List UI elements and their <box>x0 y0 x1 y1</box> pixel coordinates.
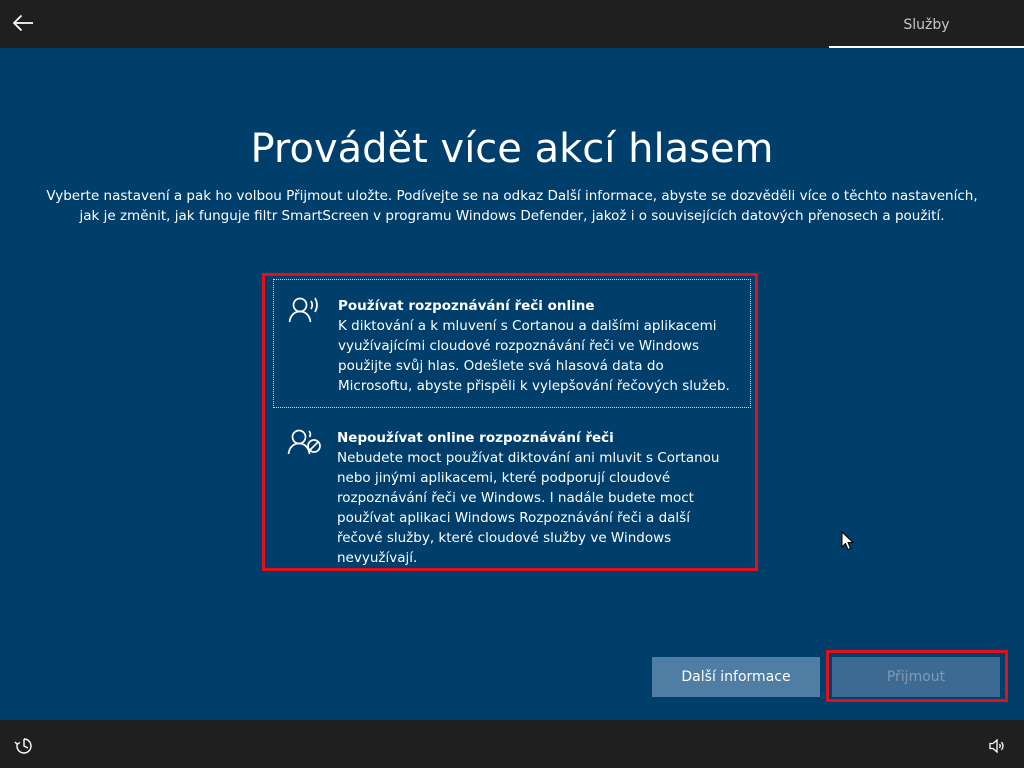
option-text: Nepoužívat online rozpoznávání řeči Nebu… <box>337 428 737 568</box>
option-title: Nepoužívat online rozpoznávání řeči <box>337 430 614 446</box>
speech-person-disabled-icon <box>287 429 321 455</box>
ease-of-access-icon[interactable] <box>14 736 34 756</box>
page-description: Vyberte nastavení a pak ho volbou Přijmo… <box>46 188 978 224</box>
arrow-left-icon <box>12 14 33 32</box>
option-title: Používat rozpoznávání řeči online <box>338 298 595 314</box>
option-description: K diktování a k mluvení s Cortanou a dal… <box>338 318 730 394</box>
volume-icon[interactable] <box>988 736 1008 756</box>
tab-underline <box>829 46 1024 48</box>
oobe-page: Služby Provádět více akcí hlasem Vyberte… <box>0 0 1024 768</box>
options-group: Používat rozpoznávání řeči online K dikt… <box>262 273 758 571</box>
option-online-speech[interactable]: Používat rozpoznávání řeči online K dikt… <box>273 279 751 408</box>
mouse-pointer-icon <box>841 531 855 551</box>
more-info-button[interactable]: Další informace <box>652 657 820 697</box>
back-button[interactable] <box>8 6 40 42</box>
option-text: Používat rozpoznávání řeči online K dikt… <box>338 296 738 396</box>
accept-button[interactable]: Přijmout <box>832 657 1000 697</box>
bottom-bar <box>0 720 1024 768</box>
page-title: Provádět více akcí hlasem <box>250 126 774 172</box>
option-no-online-speech[interactable]: Nepoužívat online rozpoznávání řeči Nebu… <box>273 412 751 566</box>
top-bar: Služby <box>0 0 1024 48</box>
speech-person-icon <box>288 297 318 323</box>
option-description: Nebudete moct používat diktování ani mlu… <box>337 450 720 566</box>
tab-services[interactable]: Služby <box>829 0 1024 48</box>
